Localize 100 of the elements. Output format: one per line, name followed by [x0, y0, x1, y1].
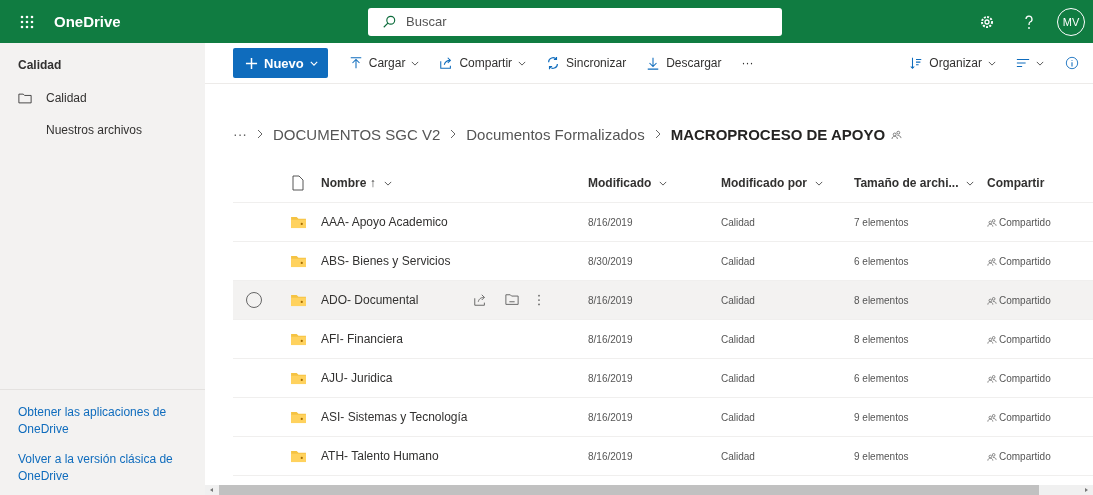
table-cell-text: 8/16/2019 [588, 216, 634, 228]
folder-icon [18, 92, 32, 104]
caret-icon [411, 60, 420, 66]
table-cell-text: Calidad [721, 255, 756, 267]
shared-icon [987, 412, 997, 422]
sharing-status: Compartido [987, 411, 1087, 423]
table-cell-text: 8/16/2019 [588, 372, 634, 384]
plus-icon [245, 56, 258, 70]
sharing-status: Compartido [987, 216, 1087, 228]
caret-icon [309, 60, 318, 66]
table-cell-text: 6 elementos [854, 372, 910, 384]
file-type-icon [292, 175, 304, 191]
table-cell-text: Calidad [721, 372, 756, 384]
column-header[interactable]: Modificado por [721, 176, 854, 190]
breadcrumb-more[interactable]: ··· [233, 126, 247, 142]
more-button[interactable]: ··· [732, 48, 763, 78]
sidebar-item[interactable]: Calidad [0, 82, 205, 114]
table-row[interactable]: ASI- Sistemas y Tecnología 8/16/2019 Calidad 9 elementos Compartido [233, 398, 1093, 437]
shared-folder-icon [289, 254, 307, 268]
share-icon[interactable] [473, 293, 487, 307]
shared-folder-icon [289, 293, 307, 307]
caret-icon [1036, 60, 1044, 66]
folder-name[interactable]: AFI- Financiera [321, 332, 473, 346]
app-name[interactable]: OneDrive [54, 13, 368, 30]
shared-icon [987, 256, 997, 266]
app-launcher-icon[interactable] [20, 14, 34, 29]
table-cell-text: 8/16/2019 [588, 294, 634, 306]
new-button[interactable]: Nuevo [233, 48, 328, 78]
sidebar-title: Calidad [17, 57, 63, 74]
table-row[interactable]: AFI- Financiera 8/16/2019 Calidad 8 elementos Compartido [233, 320, 1093, 359]
table-cell-text: Calidad [721, 216, 756, 228]
shared-icon [987, 217, 997, 227]
caret-icon [659, 180, 668, 186]
column-header[interactable]: Tamaño de archi... [854, 176, 987, 190]
table-cell-text: 8/16/2019 [588, 450, 634, 462]
sharing-status: Compartido [987, 333, 1087, 345]
shared-folder-icon [289, 410, 307, 424]
column-header[interactable]: Compartir [987, 176, 1087, 190]
chevron-icon [257, 129, 263, 139]
folder-name[interactable]: AAA- Apoyo Academico [321, 215, 473, 229]
sharing-status: Compartido [987, 294, 1087, 306]
table-row[interactable]: ATH- Talento Humano 8/16/2019 Calidad 9 elementos Compartido [233, 437, 1093, 476]
upload-button[interactable]: Cargar [339, 48, 429, 78]
download-button[interactable]: Descargar [637, 48, 731, 78]
list-view-icon [1016, 56, 1030, 70]
shared-icon [987, 451, 997, 461]
shared-icon [987, 334, 997, 344]
table-row[interactable]: ADO- Documental 8/16/2019 Calidad 8 elementos Compartido [233, 281, 1093, 320]
column-header[interactable]: Nombre ↑ [321, 176, 588, 190]
sync-button[interactable]: Sincronizar [537, 48, 636, 78]
folder-name[interactable]: ABS- Bienes y Servicios [321, 254, 473, 268]
table-row[interactable]: AJU- Juridica 8/16/2019 Calidad 6 elementos Compartido [233, 359, 1093, 398]
table-cell-text: 8 elementos [854, 333, 910, 345]
folder-name[interactable]: ADO- Documental [321, 293, 473, 307]
sharing-status: Compartido [987, 450, 1087, 462]
scroll-right-icon[interactable] [1083, 487, 1089, 493]
folder-name[interactable]: ASI- Sistemas y Tecnología [321, 410, 473, 424]
folder-name[interactable]: ATH- Talento Humano [321, 449, 473, 463]
table-cell-text: 6 elementos [854, 255, 910, 267]
table-cell-text: Calidad [721, 294, 756, 306]
shared-folder-icon [289, 371, 307, 385]
table-cell-text: Calidad [721, 411, 756, 423]
horizontal-scrollbar[interactable] [205, 485, 1093, 495]
table-cell-text: 9 elementos [854, 450, 910, 462]
sidebar-link[interactable]: Volver a la versión clásica de OneDrive [18, 451, 187, 485]
table-row[interactable]: AAA- Apoyo Academico 8/16/2019 Calidad 7 elementos Compartido [233, 203, 1093, 242]
table-cell-text: 8 elementos [854, 294, 910, 306]
current-folder: MACROPROCESO DE APOYO [670, 125, 886, 143]
sort-button[interactable]: Organizar [900, 48, 1005, 78]
settings-icon[interactable] [979, 13, 995, 30]
shared-folder-icon [289, 332, 307, 346]
sidebar-item[interactable]: Nuestros archivos [0, 114, 205, 146]
table-cell-text: Calidad [721, 333, 756, 345]
chevron-icon [450, 129, 457, 139]
sharing-status: Compartido [987, 255, 1087, 267]
table-cell-text: 9 elementos [854, 411, 910, 423]
caret-icon [518, 60, 527, 66]
chevron-icon [654, 129, 661, 139]
sharing-status: Compartido [987, 372, 1087, 384]
sync-icon [546, 56, 561, 70]
search-field[interactable]: Buscar [368, 7, 782, 36]
breadcrumb-item[interactable]: DOCUMENTOS SGC V2 [273, 125, 441, 143]
scroll-left-icon[interactable] [209, 487, 215, 493]
caret-icon [815, 180, 823, 186]
table-cell-text: 7 elementos [854, 216, 910, 228]
info-icon[interactable] [1065, 56, 1079, 70]
upload-icon [348, 56, 363, 70]
shared-icon [987, 373, 997, 383]
column-header[interactable]: Modificado [588, 176, 721, 190]
folder-name[interactable]: AJU- Juridica [321, 371, 473, 385]
sidebar-link[interactable]: Obtener las aplicaciones de OneDrive [18, 404, 187, 438]
more-options-icon[interactable] [537, 293, 541, 307]
sort-icon [909, 56, 924, 70]
table-cell-text: 8/16/2019 [588, 333, 634, 345]
folder-link-icon[interactable] [505, 293, 519, 307]
share-button[interactable]: Compartir [430, 48, 536, 78]
share-icon [439, 56, 454, 70]
table-cell-text: 8/16/2019 [588, 411, 634, 423]
breadcrumb-item[interactable]: Documentos Formalizados [466, 125, 645, 143]
caret-icon [966, 180, 975, 186]
